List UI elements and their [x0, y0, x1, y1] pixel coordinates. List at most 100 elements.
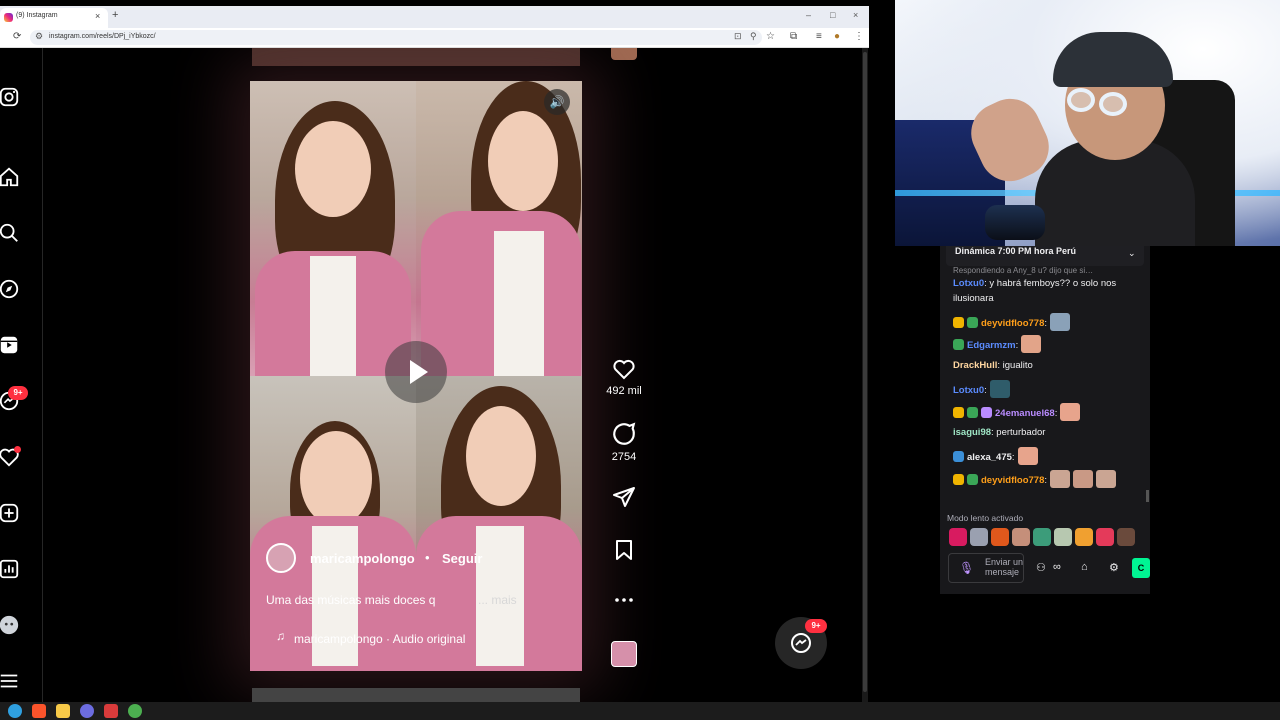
minimize-button[interactable]: –: [806, 10, 811, 20]
follow-button[interactable]: Seguir: [442, 551, 482, 566]
chat-username[interactable]: DrackHull: [953, 360, 997, 371]
reels-icon[interactable]: [0, 334, 20, 356]
tab-close-button[interactable]: ×: [95, 11, 100, 21]
chat-username[interactable]: deyvidfloo778: [981, 475, 1044, 486]
volume-icon[interactable]: 🔊: [544, 89, 570, 115]
emote-icon[interactable]: [1117, 528, 1135, 546]
screen: (9) Instagram × + – □ × ⟳ ⚙ instagram.co…: [0, 0, 1280, 720]
share-send-icon[interactable]: [611, 485, 637, 509]
app-icon[interactable]: [104, 704, 118, 718]
explore-icon[interactable]: [0, 278, 20, 300]
install-app-icon[interactable]: ⊡: [734, 31, 742, 42]
reel-video[interactable]: 🔊 maricampolongo • Seguir Uma das música…: [250, 81, 582, 671]
create-icon[interactable]: [0, 502, 20, 524]
dashboard-icon[interactable]: [0, 558, 20, 580]
more-dots-icon[interactable]: [612, 588, 636, 612]
emote-icon[interactable]: [949, 528, 967, 546]
file-explorer-icon[interactable]: [56, 704, 70, 718]
play-icon: [410, 360, 428, 384]
chat-text: :: [1044, 475, 1047, 486]
edge-icon[interactable]: [8, 704, 22, 718]
search-icon[interactable]: [0, 222, 20, 244]
chat-send-button[interactable]: C: [1132, 558, 1150, 578]
messages-floating-button[interactable]: 9+: [775, 617, 827, 669]
game-badge-icon: [967, 317, 978, 328]
instagram-sidebar: 9+: [0, 48, 43, 702]
reload-icon[interactable]: ⟳: [13, 31, 21, 42]
bookmark-icon[interactable]: [612, 538, 636, 562]
author-username[interactable]: maricampolongo: [310, 551, 415, 566]
chat-username[interactable]: alexa_475: [967, 452, 1012, 463]
chevron-down-icon[interactable]: ⌄: [1128, 248, 1136, 259]
play-button[interactable]: [385, 341, 447, 403]
chat-username[interactable]: 24emanuel68: [995, 408, 1055, 419]
address-bar[interactable]: ⚙ instagram.com/reels/DPj_iYbkozc/ ⊡ ⚲: [30, 30, 762, 45]
bookmark-star-icon[interactable]: ☆: [766, 31, 775, 42]
instagram-logo-icon[interactable]: [0, 86, 20, 108]
emote-icon[interactable]: [970, 528, 988, 546]
chat-input[interactable]: 🎙 Enviar un mensaje: [948, 553, 1024, 583]
comment-action[interactable]: 2754: [604, 421, 644, 463]
scroll-thumb[interactable]: [863, 52, 867, 692]
chat-username[interactable]: isagui98: [953, 427, 991, 438]
comment-icon[interactable]: [611, 421, 637, 447]
page-scrollbar[interactable]: [862, 48, 868, 702]
points-infinity-icon[interactable]: ∞: [1053, 561, 1061, 573]
chat-message: Lotxu0:: [953, 380, 1141, 398]
like-action[interactable]: 492 mil: [604, 357, 644, 397]
zoom-icon[interactable]: ⚲: [750, 31, 757, 42]
gift-badge-icon: [981, 407, 992, 418]
extensions-icon[interactable]: ⧉: [790, 31, 797, 42]
emote-icon[interactable]: [1012, 528, 1030, 546]
chat-username[interactable]: Edgarmzm: [967, 340, 1016, 351]
save-action[interactable]: [604, 538, 644, 562]
store-icon[interactable]: ⌂: [1081, 561, 1088, 573]
caption-more-link[interactable]: ... mais: [478, 593, 517, 607]
more-menu-icon[interactable]: [0, 670, 20, 692]
microphone-icon[interactable]: 🎙: [959, 561, 974, 575]
emote-icon[interactable]: [1075, 528, 1093, 546]
maximize-button[interactable]: □: [830, 10, 835, 20]
next-reel-preview[interactable]: [252, 688, 580, 702]
chat-username[interactable]: Lotxu0: [953, 385, 984, 396]
heart-icon[interactable]: [611, 357, 637, 381]
emote-icon[interactable]: [1096, 528, 1114, 546]
chat-scrollbar[interactable]: [1146, 490, 1149, 502]
chat-username[interactable]: deyvidfloo778: [981, 318, 1044, 329]
profile-avatar-icon[interactable]: ●: [834, 31, 840, 42]
previous-reel-preview[interactable]: [252, 48, 580, 66]
settings-gear-icon[interactable]: ⚙: [1109, 561, 1119, 574]
pinned-message[interactable]: Dinámica 7:00 PM hora Perú ⌄: [946, 246, 1144, 266]
emote-icon[interactable]: [991, 528, 1009, 546]
like-count: 492 mil: [606, 385, 642, 397]
bits-icon[interactable]: ⚇: [1036, 561, 1046, 574]
emote-icon[interactable]: [1033, 528, 1051, 546]
sub-badge-icon: [953, 407, 964, 418]
previous-reel-author-thumb[interactable]: [611, 48, 637, 60]
brave-icon[interactable]: [32, 704, 46, 718]
share-action[interactable]: [604, 485, 644, 509]
profile-avatar-icon[interactable]: [0, 614, 20, 636]
discord-icon[interactable]: [80, 704, 94, 718]
more-options-action[interactable]: [604, 588, 644, 612]
browser-menu-icon[interactable]: ⋮: [854, 31, 864, 42]
slow-mode-notice: Modo lento activado: [947, 513, 1024, 523]
notification-dot: [14, 446, 21, 453]
audio-thumbnail[interactable]: [611, 641, 637, 667]
window-close-button[interactable]: ×: [853, 10, 858, 20]
media-icon[interactable]: ≡: [816, 31, 822, 42]
chat-username[interactable]: Lotxu0: [953, 278, 984, 289]
author-avatar[interactable]: [266, 543, 296, 573]
sub-badge-icon: [953, 317, 964, 328]
home-icon[interactable]: [0, 166, 20, 188]
emote-icon[interactable]: [1054, 528, 1072, 546]
video-quadrant: [250, 81, 416, 376]
new-tab-button[interactable]: +: [112, 9, 118, 21]
emote-icon: [1017, 447, 1038, 465]
url-text: instagram.com/reels/DPj_iYbkozc/: [49, 33, 156, 40]
chrome-icon[interactable]: [128, 704, 142, 718]
site-info-icon[interactable]: ⚙: [35, 31, 43, 42]
tab-instagram[interactable]: (9) Instagram ×: [0, 8, 108, 28]
chat-message: 24emanuel68:: [953, 403, 1141, 421]
video-quadrant: [416, 376, 582, 671]
